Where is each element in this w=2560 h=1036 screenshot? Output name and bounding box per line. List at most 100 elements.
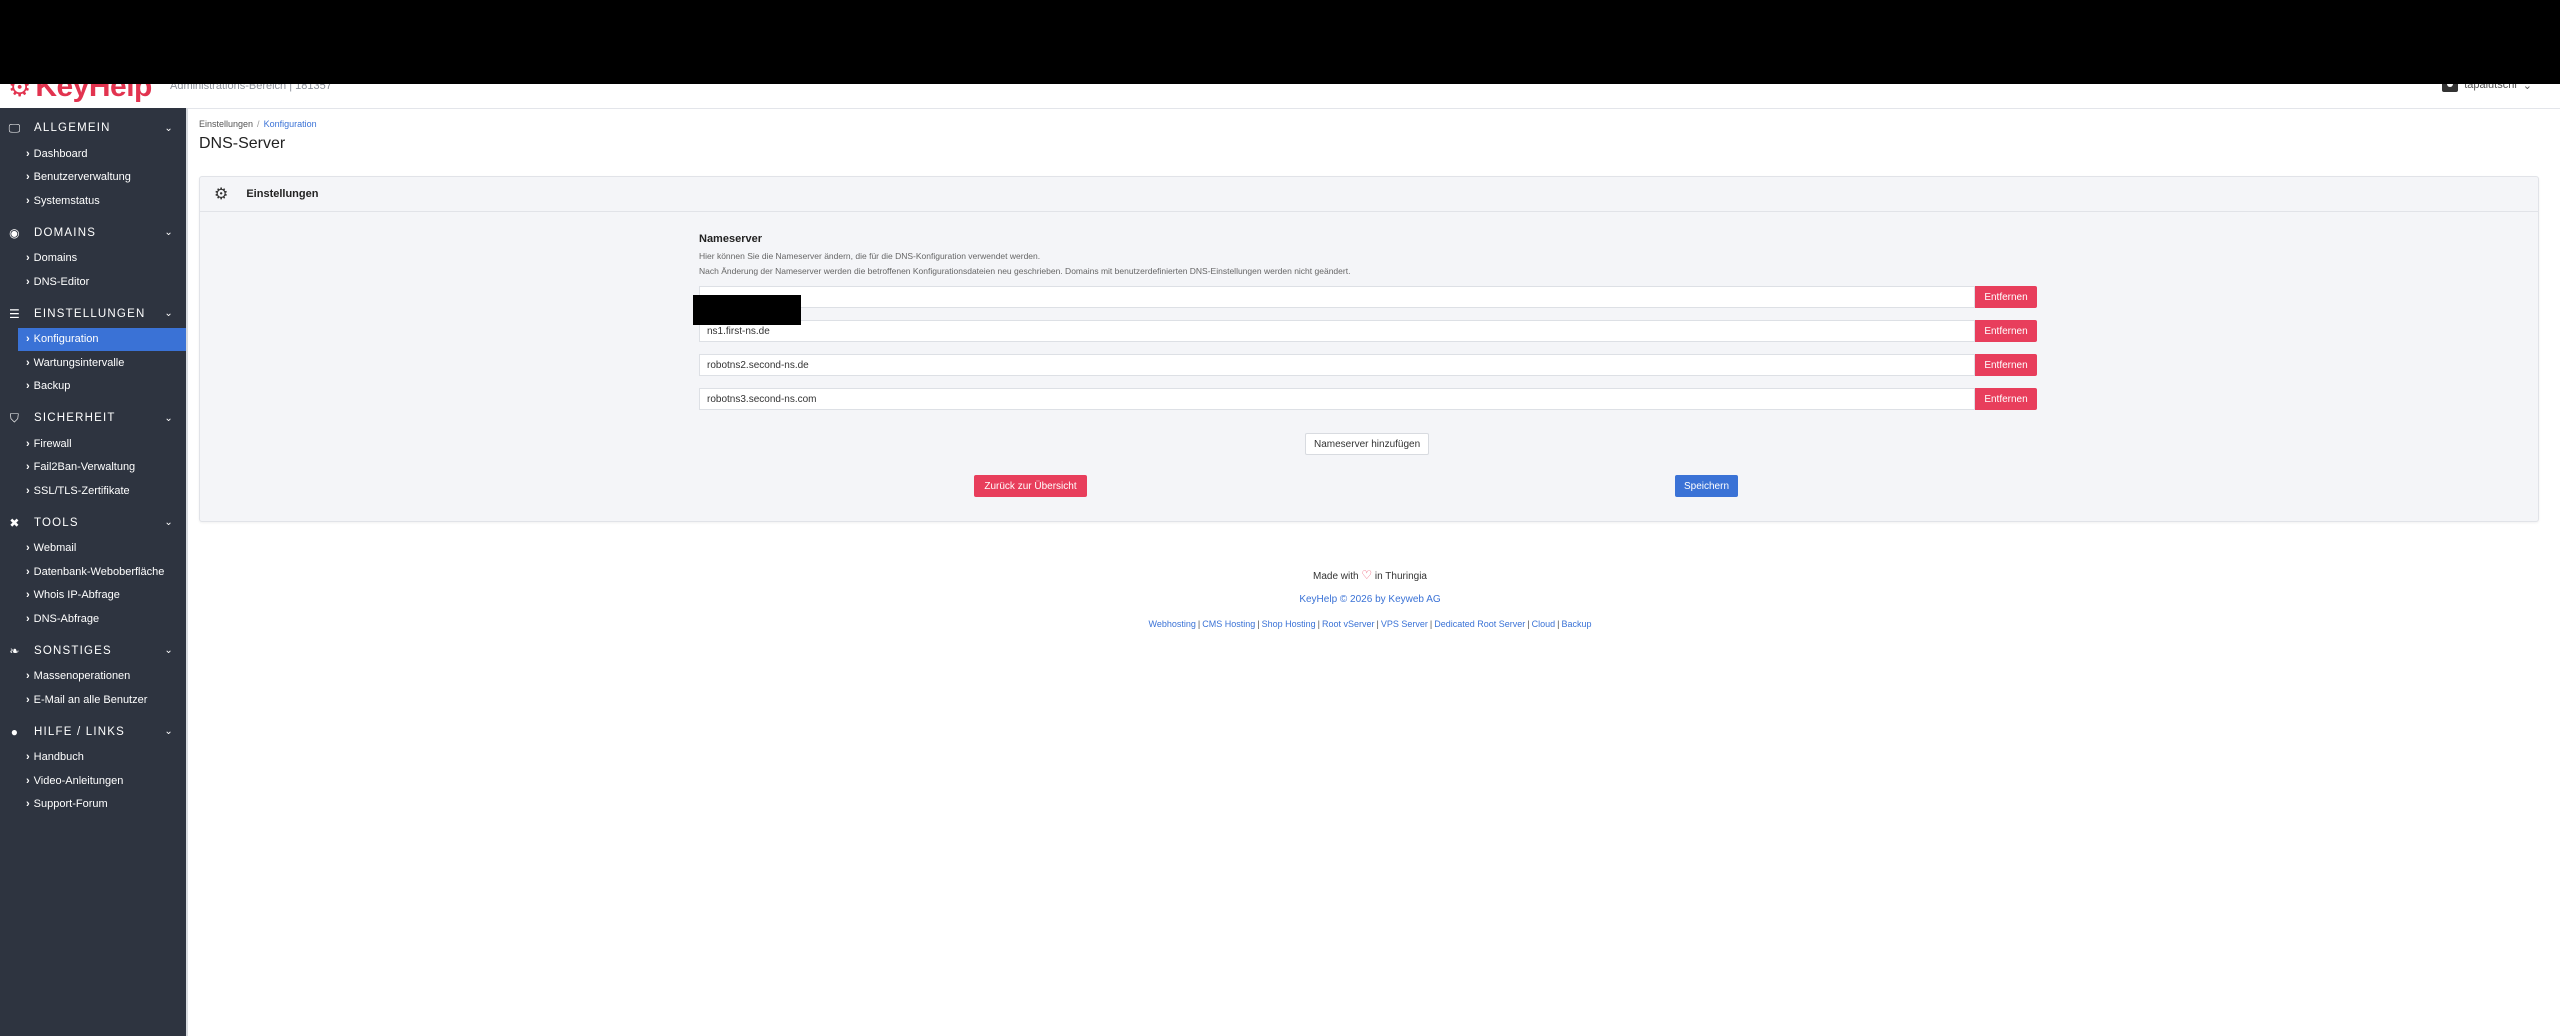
breadcrumb-separator: / <box>257 119 260 129</box>
sidebar-item[interactable]: › Webmail <box>0 537 186 561</box>
chevron-down-icon: ⌄ <box>164 645 174 656</box>
sidebar-section-title: SONSTIGES <box>34 644 112 657</box>
sidebar-section-title: DOMAINS <box>34 226 97 239</box>
footer: Made with ♡ in Thuringia KeyHelp © 2026 … <box>187 568 2553 629</box>
sidebar-item[interactable]: › Benutzerverwaltung <box>0 166 186 190</box>
chevron-right-icon: › <box>26 194 30 207</box>
sidebar-item[interactable]: › Video-Anleitungen <box>0 769 186 793</box>
footer-link[interactable]: Cloud <box>1532 619 1556 629</box>
back-to-overview-button[interactable]: Zurück zur Übersicht <box>974 475 1087 497</box>
breadcrumb: Einstellungen / Konfiguration <box>199 119 317 129</box>
tools-icon: ✖ <box>9 515 21 530</box>
sidebar-item[interactable]: › Systemstatus <box>0 189 186 213</box>
footer-link[interactable]: CMS Hosting <box>1202 619 1255 629</box>
sidebar-item-label: Dashboard <box>33 147 88 160</box>
nameserver-input-3[interactable] <box>699 354 1975 376</box>
sidebar-section-header[interactable]: ◉ DOMAINS ⌄ <box>0 219 186 247</box>
nameserver-input-4[interactable] <box>699 388 1975 410</box>
sidebar-item[interactable]: › Whois IP-Abfrage <box>0 584 186 608</box>
link-separator: | <box>1197 619 1201 629</box>
chevron-right-icon: › <box>26 565 30 578</box>
sidebar-item[interactable]: › Support-Forum <box>0 793 186 817</box>
nameserver-description-2: Nach Änderung der Nameserver werden die … <box>699 266 1351 276</box>
sidebar-item[interactable]: › Domains <box>0 247 186 271</box>
remove-nameserver-button[interactable]: Entfernen <box>1975 320 2037 342</box>
link-separator: | <box>1317 619 1320 629</box>
card-header-title: Einstellungen <box>246 188 319 200</box>
sidebar-item[interactable]: › E-Mail an alle Benutzer <box>0 688 186 712</box>
footer-link[interactable]: Root vServer <box>1322 619 1375 629</box>
add-nameserver-button[interactable]: Nameserver hinzufügen <box>1305 433 1430 455</box>
footer-link[interactable]: Webhosting <box>1149 619 1196 629</box>
remove-nameserver-button[interactable]: Entfernen <box>1975 354 2037 376</box>
nameserver-input-2[interactable] <box>699 320 1975 342</box>
sidebar-item[interactable]: › Fail2Ban-Verwaltung <box>0 456 186 480</box>
sidebar-section: ✖ TOOLS ⌄ › Webmail › Datenbank-Weboberfläche ›… <box>0 503 186 631</box>
made-with-line: Made with ♡ in Thuringia <box>187 568 2553 584</box>
sidebar-item[interactable]: › Massenoperationen <box>0 665 186 689</box>
user-menu[interactable]: tapalutschi ⌄ <box>2442 84 2532 92</box>
sidebar-item-label: Handbuch <box>33 751 84 764</box>
remove-nameserver-button[interactable]: Entfernen <box>1975 286 2037 308</box>
sidebar-item-label: Wartungsintervalle <box>33 356 125 369</box>
nameserver-input-1[interactable] <box>699 286 1975 308</box>
chevron-right-icon: › <box>26 252 30 265</box>
monitor-icon: 🖵 <box>8 120 22 135</box>
sidebar-section-title: SICHERHEIT <box>34 412 116 424</box>
chevron-down-icon: ⌄ <box>164 122 174 134</box>
sidebar-item-label: Massenoperationen <box>33 670 131 683</box>
chevron-down-icon: ⌄ <box>2522 84 2532 92</box>
sidebar-item[interactable]: › Datenbank-Weboberfläche <box>0 560 186 584</box>
chevron-down-icon: ⌄ <box>164 412 174 424</box>
sidebar-section-title: HILFE / LINKS <box>34 725 126 738</box>
remove-nameserver-button[interactable]: Entfernen <box>1975 388 2037 410</box>
chevron-down-icon: ⌄ <box>164 227 174 238</box>
sidebar-section-header[interactable]: ☰ EINSTELLUNGEN ⌄ <box>0 300 186 328</box>
sidebar-item[interactable]: › Handbuch <box>0 746 186 770</box>
sidebar-item[interactable]: › Firewall <box>0 432 186 456</box>
link-separator: | <box>1376 619 1379 629</box>
help-icon: ● <box>10 724 20 739</box>
chevron-right-icon: › <box>26 437 30 450</box>
chevron-right-icon: › <box>26 333 30 346</box>
sidebar-item[interactable]: › DNS-Abfrage <box>0 607 186 631</box>
top-black-bar <box>0 0 2560 84</box>
footer-links: Webhosting | CMS Hosting | Shop Hosting | Root… <box>187 619 2553 629</box>
sidebar-section-header[interactable]: ❧ SONSTIGES ⌄ <box>0 637 186 665</box>
logo-text: KeyHelp <box>35 84 152 103</box>
sidebar-item-label: Backup <box>33 380 71 393</box>
chevron-right-icon: › <box>26 356 30 369</box>
sidebar-section-header[interactable]: ● HILFE / LINKS ⌄ <box>0 718 186 746</box>
sidebar-item[interactable]: › Konfiguration <box>18 327 186 351</box>
sidebar-item-label: SSL/TLS-Zertifikate <box>33 484 130 497</box>
sidebar-section-header[interactable]: 🖵 ALLGEMEIN ⌄ <box>0 114 186 142</box>
chevron-down-icon: ⌄ <box>164 517 174 528</box>
sidebar-item[interactable]: › Backup <box>0 375 186 399</box>
breadcrumb-parent[interactable]: Einstellungen <box>199 119 253 129</box>
gear-icon: ⚙ <box>214 186 229 203</box>
footer-link[interactable]: Dedicated Root Server <box>1434 619 1525 629</box>
nameserver-description-1: Hier können Sie die Nameserver ändern, d… <box>699 251 1041 261</box>
save-button[interactable]: Speichern <box>1675 475 1738 497</box>
sidebar-item[interactable]: › Wartungsintervalle <box>0 351 186 375</box>
sidebar-section-header[interactable]: ✖ TOOLS ⌄ <box>0 509 186 537</box>
user-icon <box>2442 84 2459 92</box>
footer-link[interactable]: VPS Server <box>1381 619 1428 629</box>
sidebar-item[interactable]: › SSL/TLS-Zertifikate <box>0 479 186 503</box>
chevron-right-icon: › <box>26 798 30 811</box>
nameserver-section: Nameserver Hier können Sie die Nameserve… <box>699 233 2039 279</box>
footer-link[interactable]: Backup <box>1561 619 1591 629</box>
footer-link[interactable]: Shop Hosting <box>1262 619 1316 629</box>
sliders-icon: ☰ <box>9 306 21 321</box>
chevron-right-icon: › <box>26 693 30 706</box>
sidebar-item[interactable]: › DNS-Editor <box>0 270 186 294</box>
chevron-right-icon: › <box>26 751 30 764</box>
keyhelp-logo[interactable]: ⚙ KeyHelp <box>8 84 152 104</box>
sidebar-item-label: E-Mail an alle Benutzer <box>33 693 148 706</box>
made-with-suffix: in Thuringia <box>1374 571 1427 582</box>
chevron-right-icon: › <box>26 147 30 160</box>
sidebar-item[interactable]: › Dashboard <box>0 142 186 166</box>
sidebar-section-header[interactable]: ⛉ SICHERHEIT ⌄ <box>0 404 186 432</box>
copyright-link[interactable]: KeyHelp © 2026 by Keyweb AG <box>187 594 2553 610</box>
breadcrumb-current[interactable]: Konfiguration <box>264 119 317 129</box>
